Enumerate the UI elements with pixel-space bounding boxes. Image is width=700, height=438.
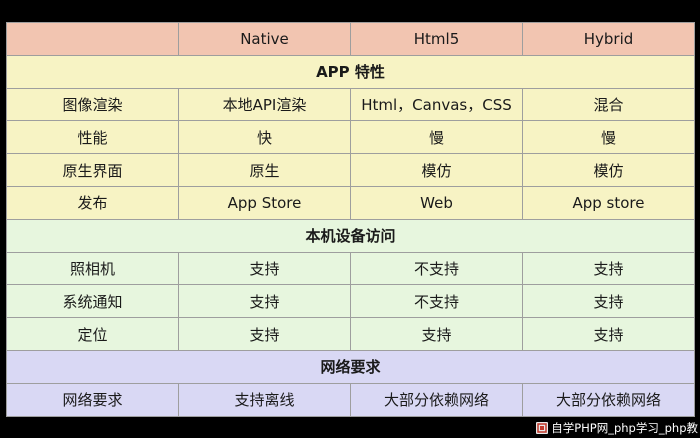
comparison-table: Native Html5 Hybrid APP 特性 图像渲染 本地API渲染 …	[6, 22, 695, 417]
table-cell: 支持	[522, 284, 695, 319]
table-cell: Web	[350, 185, 523, 220]
table-cell: 不支持	[350, 284, 523, 319]
row-label: 定位	[6, 317, 179, 351]
table-cell: 模仿	[350, 153, 523, 187]
row-label: 系统通知	[6, 284, 179, 319]
table-cell: 本地API渲染	[178, 87, 351, 122]
table-row: 网络要求 支持离线 大部分依赖网络 大部分依赖网络	[6, 382, 695, 417]
table-cell: 不支持	[350, 251, 523, 286]
table-cell: 支持	[178, 284, 351, 319]
table-cell: 支持	[350, 317, 523, 351]
row-label: 性能	[6, 120, 179, 155]
header-cell-blank	[6, 22, 179, 56]
row-label: 照相机	[6, 251, 179, 286]
section-header-app-features: APP 特性	[6, 54, 695, 89]
table-row: 发布 App Store Web App store	[6, 185, 695, 220]
row-label: 发布	[6, 185, 179, 220]
watermark-text: 自学PHP网_php学习_php教	[551, 421, 698, 435]
section-header-network: 网络要求	[6, 349, 695, 384]
section-header-device-access: 本机设备访问	[6, 218, 695, 253]
header-cell-native: Native	[178, 22, 351, 56]
table-cell: 支持离线	[178, 382, 351, 417]
table-cell: 支持	[522, 251, 695, 286]
table-cell: 快	[178, 120, 351, 155]
table-row: 原生界面 原生 模仿 模仿	[6, 153, 695, 187]
table-cell: 慢	[350, 120, 523, 155]
table-row: 图像渲染 本地API渲染 Html，Canvas，CSS 混合	[6, 87, 695, 122]
table-cell: 支持	[178, 251, 351, 286]
section-title: 本机设备访问	[6, 218, 695, 253]
table-cell: 慢	[522, 120, 695, 155]
table-cell: Html，Canvas，CSS	[350, 87, 523, 122]
table-row: 照相机 支持 不支持 支持	[6, 251, 695, 286]
row-label: 网络要求	[6, 382, 179, 417]
watermark: 自学PHP网_php学习_php教	[536, 419, 698, 437]
header-cell-hybrid: Hybrid	[522, 22, 695, 56]
table-cell: 大部分依赖网络	[522, 382, 695, 417]
table-row: 定位 支持 支持 支持	[6, 317, 695, 351]
section-title: APP 特性	[6, 54, 695, 89]
row-label: 图像渲染	[6, 87, 179, 122]
table-cell: App store	[522, 185, 695, 220]
table-cell: 支持	[178, 317, 351, 351]
header-row: Native Html5 Hybrid	[6, 22, 695, 56]
comparison-slide: Native Html5 Hybrid APP 特性 图像渲染 本地API渲染 …	[6, 22, 695, 417]
table-cell: 支持	[522, 317, 695, 351]
table-row: 系统通知 支持 不支持 支持	[6, 284, 695, 319]
table-cell: 原生	[178, 153, 351, 187]
table-cell: App Store	[178, 185, 351, 220]
row-label: 原生界面	[6, 153, 179, 187]
table-cell: 模仿	[522, 153, 695, 187]
section-title: 网络要求	[6, 349, 695, 384]
php-logo-icon	[536, 422, 549, 434]
table-cell: 大部分依赖网络	[350, 382, 523, 417]
header-cell-html5: Html5	[350, 22, 523, 56]
table-cell: 混合	[522, 87, 695, 122]
table-row: 性能 快 慢 慢	[6, 120, 695, 155]
